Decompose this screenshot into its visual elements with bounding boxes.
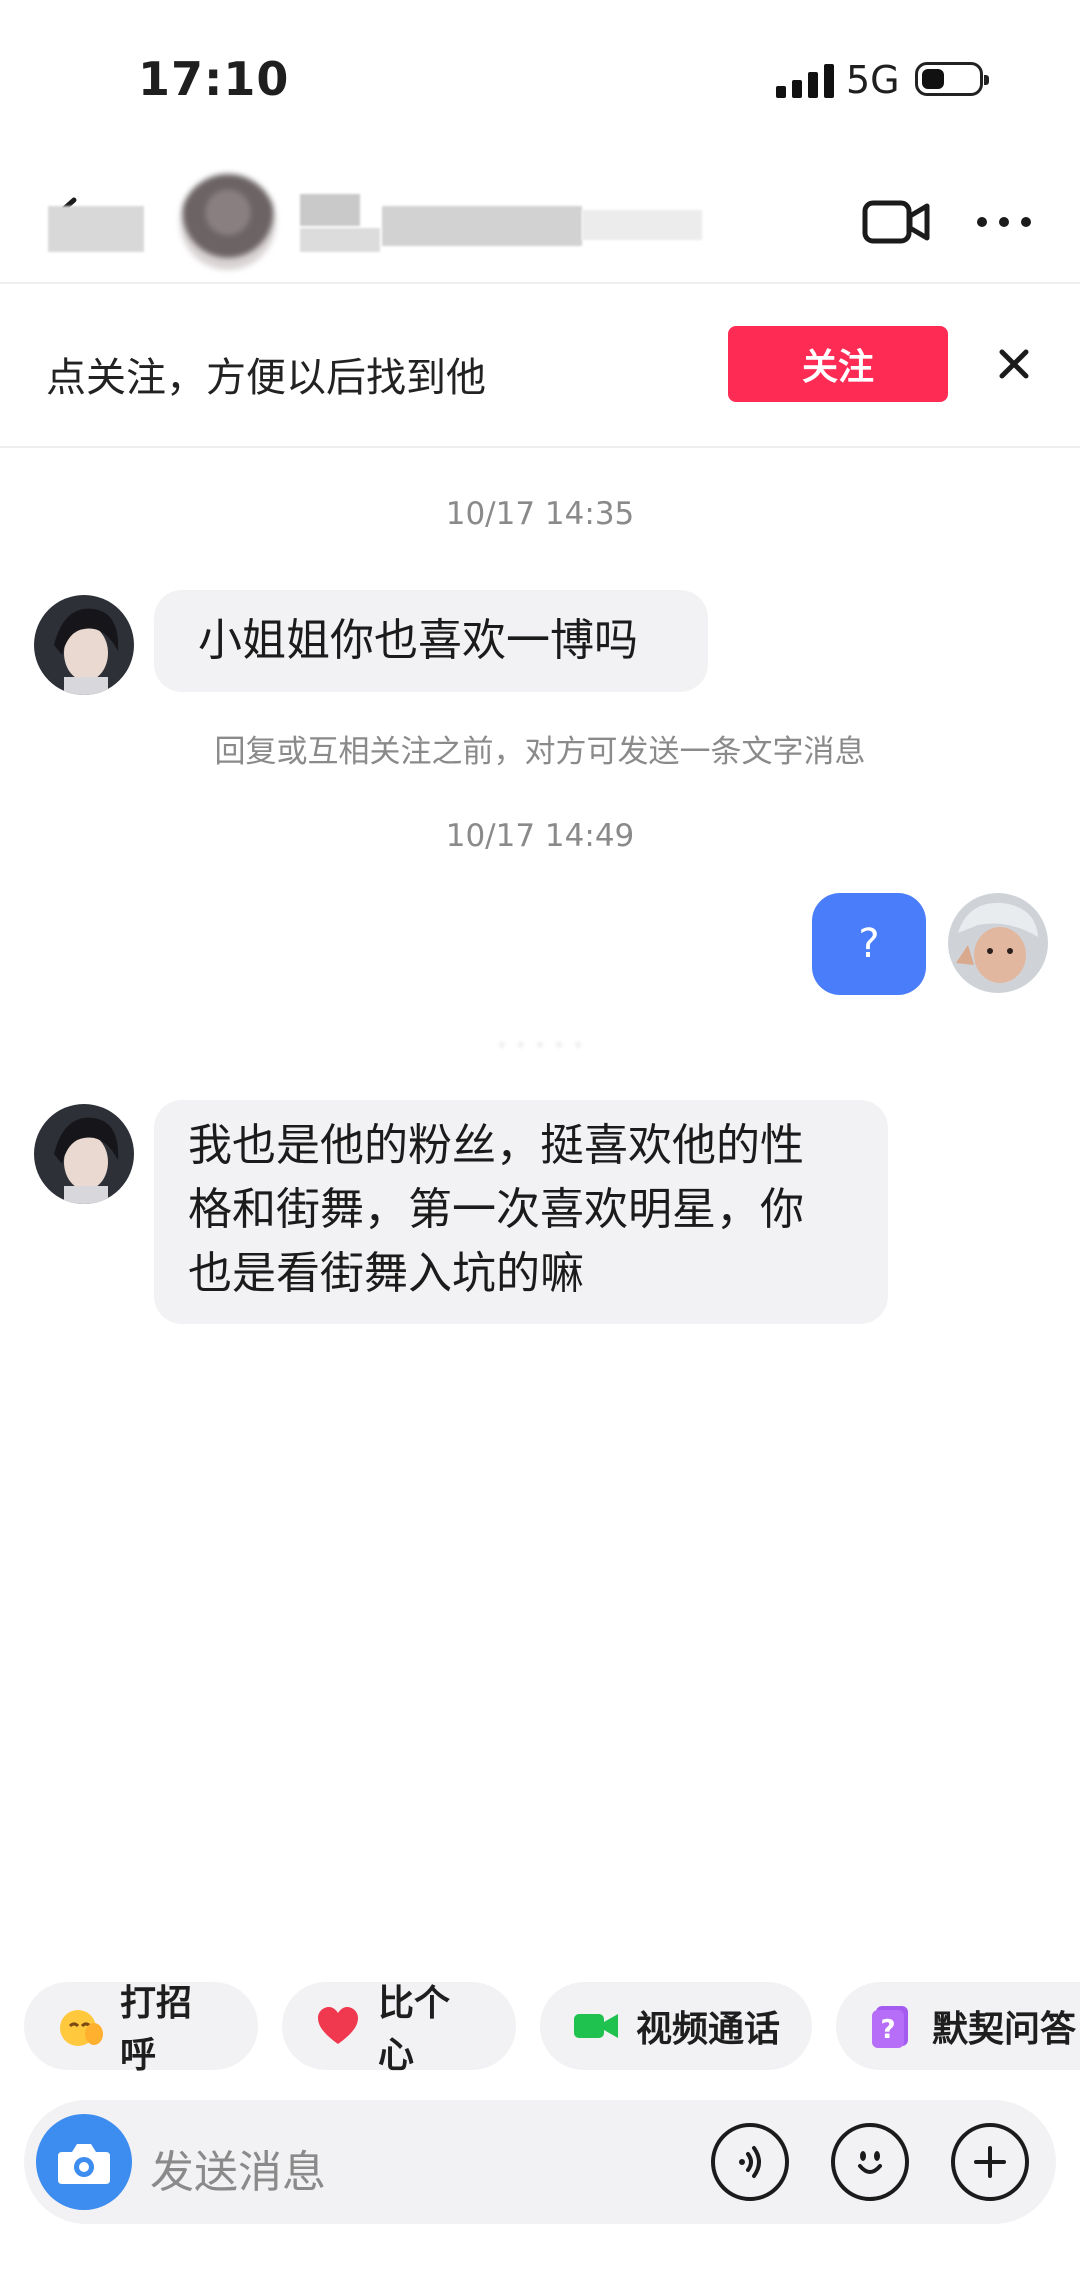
- message-bubble-outgoing[interactable]: ?: [812, 893, 926, 995]
- camera-icon: [58, 2144, 110, 2184]
- message-line: 也是看街舞入坑的嘛: [188, 1248, 584, 1299]
- contact-avatar[interactable]: [34, 1104, 134, 1204]
- more-options-icon[interactable]: [974, 210, 1034, 234]
- camera-button[interactable]: [36, 2114, 132, 2210]
- battery-icon: [915, 62, 989, 96]
- smiley-icon: [858, 2151, 882, 2174]
- message-line: 格和街舞，第一次喜欢明星，你: [188, 1184, 804, 1235]
- quick-action-video-call[interactable]: 视频通话: [540, 1982, 812, 2070]
- close-icon[interactable]: [994, 344, 1034, 384]
- contact-header-redacted[interactable]: [48, 170, 702, 270]
- network-label: 5G: [846, 58, 900, 102]
- message-bubble-incoming[interactable]: 小姐姐你也喜欢一博吗: [154, 590, 708, 692]
- add-more-button[interactable]: [951, 2123, 1029, 2201]
- message-line: 我也是他的粉丝，挺喜欢他的性: [188, 1120, 804, 1171]
- message-input[interactable]: 发送消息: [150, 2136, 326, 2200]
- plus-icon: [974, 2146, 1006, 2178]
- signal-icon: [776, 62, 834, 98]
- message-timestamp: 10/17 14:49: [445, 818, 635, 854]
- heart-icon: [314, 2002, 362, 2050]
- quick-action-label: 视频通话: [636, 2009, 781, 2050]
- svg-text:?: ?: [880, 2015, 895, 2045]
- voice-button[interactable]: [711, 2123, 789, 2201]
- faint-redacted-text: · · · · ·: [497, 1028, 583, 1063]
- wave-emoji-icon: [56, 2002, 104, 2050]
- video-call-icon[interactable]: [862, 198, 930, 246]
- banner-divider: [0, 446, 1080, 448]
- contact-avatar[interactable]: [34, 595, 134, 695]
- contact-avatar: [180, 174, 276, 270]
- video-call-icon: [572, 2002, 620, 2050]
- voice-wave-icon: [739, 2146, 761, 2178]
- quick-action-label: 打招呼: [120, 1983, 193, 2076]
- quick-action-heart[interactable]: 比个心: [282, 1982, 516, 2076]
- quick-action-label: 比个心: [378, 1983, 451, 2076]
- quick-action-label: 默契问答: [932, 2009, 1077, 2050]
- quick-action-greet[interactable]: 打招呼: [24, 1982, 258, 2076]
- message-limit-notice: 回复或互相关注之前，对方可发送一条文字消息: [214, 734, 866, 770]
- my-avatar[interactable]: [948, 893, 1048, 993]
- follow-hint-text: 点关注，方便以后找到他: [46, 355, 486, 401]
- follow-button[interactable]: 关注: [728, 326, 948, 402]
- header-divider: [0, 282, 1080, 284]
- status-time: 17:10: [138, 52, 290, 106]
- quick-action-quiz[interactable]: ? 默契问答: [836, 1982, 1080, 2070]
- message-timestamp: 10/17 14:35: [445, 496, 635, 532]
- question-card-icon: ?: [868, 2002, 916, 2050]
- message-bubble-incoming[interactable]: 我也是他的粉丝，挺喜欢他的性 格和街舞，第一次喜欢明星，你 也是看街舞入坑的嘛: [154, 1100, 888, 1324]
- emoji-button[interactable]: [831, 2123, 909, 2201]
